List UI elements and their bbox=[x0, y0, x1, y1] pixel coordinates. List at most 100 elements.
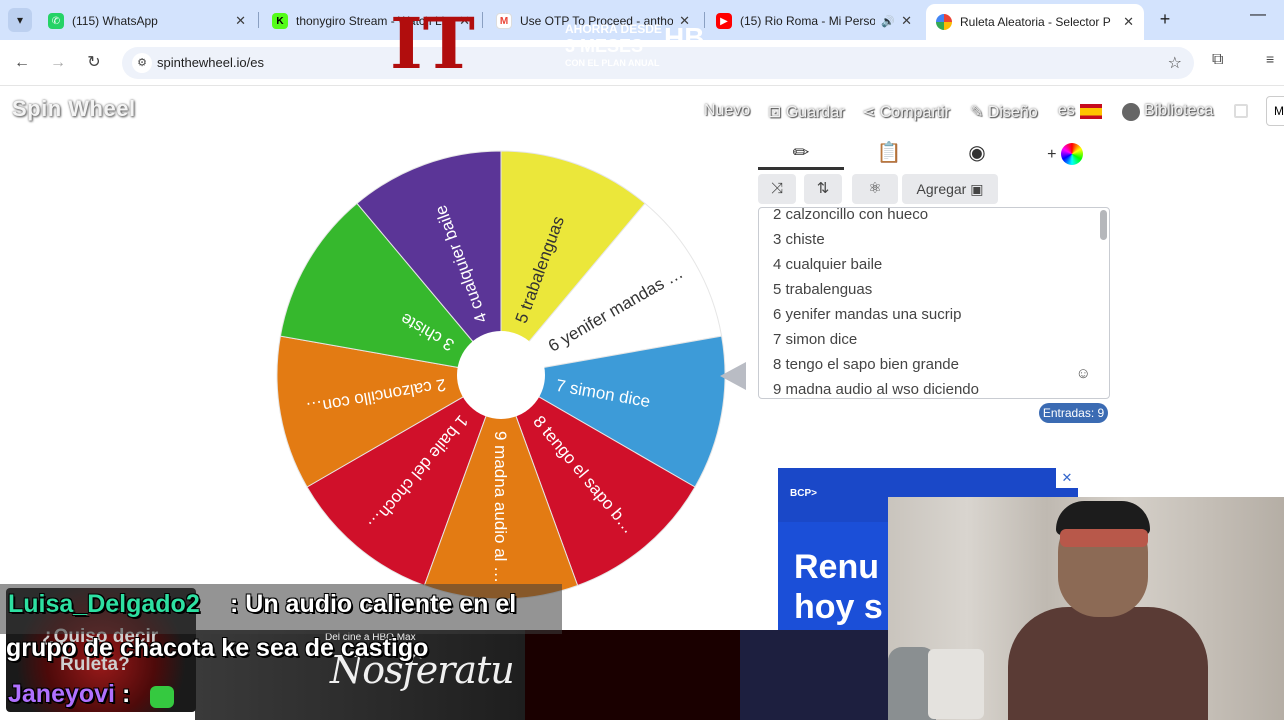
reading-list-icon[interactable]: ≡ bbox=[1266, 51, 1274, 67]
color-wheel-icon bbox=[1060, 142, 1083, 165]
editor-tabs: ✏ 📋 ◉ + bbox=[758, 136, 1108, 170]
fullscreen-icon[interactable] bbox=[1234, 104, 1248, 118]
banner-hbo-bg bbox=[740, 630, 888, 720]
tab-results[interactable]: 📋 bbox=[846, 136, 932, 170]
save-icon: ⊡ bbox=[768, 104, 786, 121]
banner-it-title: IT bbox=[390, 2, 475, 85]
youtube-icon: ▶ bbox=[716, 13, 732, 29]
streamer-headband bbox=[1060, 529, 1148, 547]
chat-message-continued: grupo de chacota ke sea de castigo bbox=[6, 634, 429, 662]
promo-line-3: CON EL PLAN ANUAL bbox=[565, 58, 660, 68]
tab-title: (115) WhatsApp bbox=[72, 14, 158, 28]
entry-line[interactable]: 7 simon dice bbox=[773, 331, 857, 348]
ai-button[interactable]: ⚛ bbox=[852, 174, 898, 204]
back-button[interactable]: ← bbox=[10, 51, 34, 75]
speaker-icon[interactable]: 🔊 bbox=[881, 15, 895, 28]
wheel-pointer bbox=[720, 362, 746, 390]
arrow-left-icon: ← bbox=[14, 54, 30, 71]
new-tab-button[interactable]: + bbox=[1154, 8, 1176, 30]
add-image-button[interactable]: Agregar ▣ bbox=[902, 174, 998, 204]
entry-line[interactable]: 5 trabalenguas bbox=[773, 281, 872, 298]
language-selector[interactable]: es bbox=[1058, 102, 1075, 120]
entries-count-badge: Entradas: 9 bbox=[1039, 403, 1108, 423]
browser-tab-whatsapp[interactable]: ✆ (115) WhatsApp ✕ bbox=[38, 6, 256, 36]
pencil-icon: ✏ bbox=[792, 142, 810, 164]
spain-flag-icon[interactable] bbox=[1080, 104, 1102, 119]
webcam-overlay bbox=[888, 497, 1284, 720]
promo-line-1: AHORRA DESDE bbox=[565, 22, 662, 36]
close-icon[interactable]: ✕ bbox=[1123, 14, 1134, 30]
library-icon[interactable] bbox=[1122, 103, 1140, 121]
add-image-label: Agregar bbox=[916, 181, 967, 197]
banner-it-bg bbox=[525, 630, 740, 720]
browser-tab-youtube[interactable]: ▶ (15) Rio Roma - Mi Perso 🔊 ✕ bbox=[706, 6, 922, 36]
chat-message: : Un audio caliente en el bbox=[230, 590, 517, 618]
close-icon[interactable]: ✕ bbox=[235, 13, 246, 29]
tab-edit[interactable]: ✏ bbox=[758, 136, 844, 170]
extensions-icon[interactable]: ⧉ bbox=[1212, 51, 1223, 69]
shuffle-icon: ⤨ bbox=[770, 180, 783, 197]
save-label: Guardar bbox=[785, 104, 845, 121]
design-button[interactable]: ✎ Diseño bbox=[970, 102, 1038, 122]
plus-icon: + bbox=[1047, 146, 1061, 163]
wheel-graphic[interactable]: 1 baile del choch…2 calzoncillo con…3 ch… bbox=[276, 150, 726, 600]
close-icon[interactable]: ✕ bbox=[901, 13, 912, 29]
share-button[interactable]: ⋖ Compartir bbox=[862, 102, 950, 122]
url-text[interactable]: spinthewheel.io/es bbox=[157, 55, 264, 70]
sort-icon: ⇅ bbox=[816, 180, 830, 197]
library-button[interactable]: Biblioteca bbox=[1144, 102, 1213, 120]
entry-line[interactable]: 4 cualquier baile bbox=[773, 256, 882, 273]
entry-line[interactable]: 8 tengo el sapo bien grande bbox=[773, 356, 959, 373]
promo-line-2: 3 MESES bbox=[565, 36, 644, 56]
share-label: Compartir bbox=[879, 104, 951, 121]
color-wheel-icon bbox=[936, 14, 952, 30]
bookmark-star-icon[interactable]: ☆ bbox=[1168, 53, 1182, 73]
reload-icon: ↻ bbox=[87, 54, 101, 71]
streamer-body bbox=[1008, 607, 1208, 720]
scrollbar[interactable] bbox=[1100, 210, 1107, 240]
tab-search-button[interactable]: ▾ bbox=[8, 8, 32, 32]
ad-headline-2: hoy s bbox=[794, 588, 883, 626]
profile-button[interactable]: M bbox=[1266, 96, 1284, 126]
site-settings-icon[interactable]: ⚙ bbox=[132, 53, 152, 73]
minimize-button[interactable]: — bbox=[1250, 6, 1266, 24]
shuffle-button[interactable]: ⤨ bbox=[758, 174, 796, 204]
entry-line[interactable]: 2 calzoncillo con hueco bbox=[773, 208, 928, 223]
design-label: Diseño bbox=[987, 104, 1038, 121]
entries-textarea[interactable]: 2 calzoncillo con hueco 3 chiste 4 cualq… bbox=[758, 207, 1110, 399]
entry-line[interactable]: 9 madna audio al wso diciendo bbox=[773, 381, 979, 398]
entry-line[interactable]: 6 yenifer mandas una sucrip bbox=[773, 306, 961, 323]
site-logo[interactable]: Spin Wheel bbox=[12, 96, 136, 122]
jar bbox=[928, 649, 984, 719]
pencil-icon: ✎ bbox=[970, 104, 988, 121]
sort-button[interactable]: ⇅ bbox=[804, 174, 842, 204]
clipboard-icon: 📋 bbox=[876, 142, 902, 164]
ad-close-button[interactable]: ✕ bbox=[1056, 468, 1078, 488]
reload-button[interactable]: ↻ bbox=[82, 51, 106, 75]
new-button[interactable]: Nuevo bbox=[704, 102, 750, 120]
ad-brand-logo: BCP> bbox=[790, 488, 817, 499]
save-button[interactable]: ⊡ Guardar bbox=[768, 102, 845, 122]
wheel-segment-label: 9 madna audio al … bbox=[491, 431, 510, 583]
emoji-icon[interactable]: ☺ bbox=[1076, 365, 1091, 382]
entry-line[interactable]: 3 chiste bbox=[773, 231, 825, 248]
kick-icon: K bbox=[272, 13, 288, 29]
image-icon: ▣ bbox=[970, 181, 984, 197]
ad-headline-1: Renu bbox=[794, 548, 879, 586]
promo-logo: HB bbox=[664, 22, 705, 53]
chat-username-text: Janeyovi bbox=[8, 680, 116, 708]
share-icon: ⋖ bbox=[862, 104, 880, 121]
tab-hidden[interactable]: ◉ bbox=[934, 136, 1020, 170]
wheel-center[interactable] bbox=[457, 331, 545, 419]
chevron-down-icon: ▾ bbox=[16, 13, 24, 27]
chat-separator: : bbox=[121, 680, 131, 708]
gmail-icon: M bbox=[496, 13, 512, 29]
tab-add-wheel[interactable]: + bbox=[1022, 136, 1108, 170]
tab-title: (15) Rio Roma - Mi Perso bbox=[740, 14, 876, 28]
spin-wheel[interactable]: 1 baile del choch… 2 calzoncillo con… 3 ch… bbox=[276, 150, 726, 600]
chat-username: Luisa_Delgado2 bbox=[8, 590, 200, 618]
forward-button[interactable]: → bbox=[46, 51, 70, 75]
browser-tab-spinwheel[interactable]: Ruleta Aleatoria - Selector P ✕ bbox=[926, 4, 1144, 40]
arrow-right-icon: → bbox=[50, 54, 66, 71]
whatsapp-icon: ✆ bbox=[48, 13, 64, 29]
